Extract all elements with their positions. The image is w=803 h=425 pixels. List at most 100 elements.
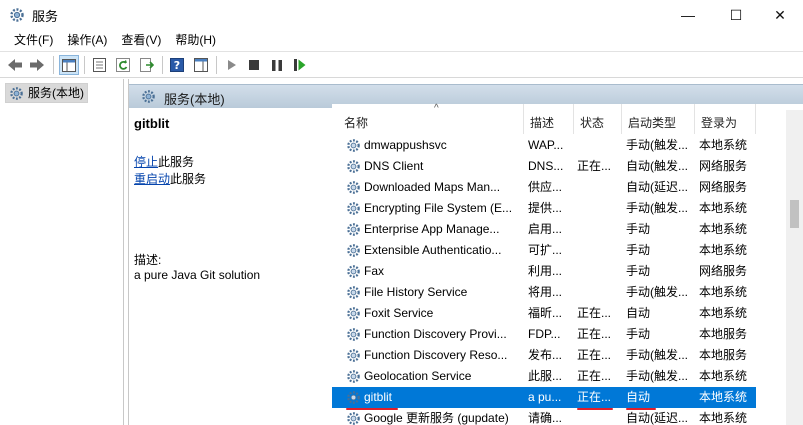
scrollbar-thumb[interactable] [790, 200, 799, 228]
service-name-cell: File History Service [364, 285, 468, 299]
service-status-cell: 正在... [577, 390, 612, 404]
help-icon[interactable]: ? [167, 55, 187, 75]
tree-item-services-local[interactable]: 服务(本地) [5, 83, 88, 103]
service-row[interactable]: Encrypting File System (E... 提供... 手动(触发..… [332, 198, 756, 219]
service-startup-cell: 手动 [626, 264, 651, 278]
service-startup-cell: 自动(延迟... [626, 180, 688, 194]
service-gear-icon [346, 306, 361, 321]
service-logon-cell: 本地系统 [699, 390, 748, 404]
console-tree-icon[interactable] [59, 55, 79, 75]
service-gear-icon [346, 222, 361, 237]
restart-service-icon[interactable] [290, 55, 310, 75]
service-description-cell: 福昕... [528, 306, 563, 320]
service-gear-icon [346, 348, 361, 363]
column-header-name[interactable]: ^ 名称 [338, 103, 524, 134]
stop-link[interactable]: 停止 [134, 155, 158, 169]
service-logon-cell: 本地系统 [699, 369, 748, 383]
pane-header-title: 服务(本地) [164, 92, 225, 107]
service-status-cell: 正在... [577, 306, 612, 320]
service-status-cell: 正在... [577, 348, 612, 362]
service-logon-cell: 本地系统 [699, 306, 748, 320]
services-list: ^ 名称 描述 状态 启动类型 登录为 dmwappushsvc WAP... 手动… [332, 103, 803, 425]
services-pane: 服务(本地) gitblit 停止此服务 重启动此服务 描述: a pure J… [128, 79, 803, 425]
service-row[interactable]: Fax 利用... 手动 网络服务 [332, 261, 756, 282]
service-row[interactable]: Enterprise App Manage... 启用... 手动 本地系统 [332, 219, 756, 240]
menu-view[interactable]: 查看(V) [115, 30, 167, 51]
service-gear-icon [346, 138, 361, 153]
services-gear-icon [9, 86, 24, 101]
annotation-underline-name [346, 408, 398, 410]
back-arrow-icon[interactable] [5, 55, 25, 75]
service-row[interactable]: Google 更新服务 (gupdate) 请确... 自动(延迟... 本地系统 [332, 408, 756, 425]
vertical-scrollbar[interactable] [786, 110, 803, 425]
restart-suffix: 此服务 [170, 172, 207, 186]
export-list-icon[interactable] [137, 55, 157, 75]
column-description-label: 描述 [530, 116, 555, 130]
service-description-cell: 提供... [528, 201, 563, 215]
menu-action[interactable]: 操作(A) [61, 30, 113, 51]
service-gear-icon [346, 201, 361, 216]
refresh-icon[interactable] [113, 55, 133, 75]
service-status-cell: 正在... [577, 159, 612, 173]
service-name-cell: Enterprise App Manage... [364, 222, 500, 236]
service-startup-cell: 手动 [626, 222, 651, 236]
service-description-cell: FDP... [528, 327, 561, 341]
service-startup-cell: 自动(触发... [626, 159, 688, 173]
forward-arrow-icon[interactable] [27, 55, 47, 75]
column-header-logon-as[interactable]: 登录为 [695, 104, 756, 134]
svg-text:?: ? [174, 59, 180, 72]
service-row[interactable]: Downloaded Maps Man... 供应... 自动(延迟... 网络服务 [332, 177, 756, 198]
pause-service-icon[interactable] [267, 55, 287, 75]
maximize-button[interactable]: ☐ [713, 0, 759, 30]
service-row[interactable]: DNS Client DNS... 正在... 自动(触发... 网络服务 [332, 156, 756, 177]
service-row[interactable]: dmwappushsvc WAP... 手动(触发... 本地系统 [332, 135, 756, 156]
service-name-cell: Geolocation Service [364, 369, 472, 383]
service-logon-cell: 网络服务 [699, 180, 748, 194]
annotation-underline-status [577, 408, 613, 410]
service-gear-icon [346, 411, 361, 425]
selected-service-name: gitblit [134, 116, 170, 131]
service-row[interactable]: Extensible Authenticatio... 可扩... 手动 本地系统 [332, 240, 756, 261]
minimize-button[interactable]: — [665, 0, 711, 30]
menu-help[interactable]: 帮助(H) [169, 30, 222, 51]
show-hide-action-pane-icon[interactable] [191, 55, 211, 75]
service-logon-cell: 本地服务 [699, 327, 748, 341]
column-header-status[interactable]: 状态 [574, 104, 622, 134]
menu-bar: 文件(F) 操作(A) 查看(V) 帮助(H) [0, 30, 803, 51]
close-button[interactable]: ✕ [757, 0, 803, 30]
service-name-cell: Foxit Service [364, 306, 434, 320]
service-startup-cell: 手动(触发... [626, 369, 688, 383]
service-gear-icon [346, 369, 361, 384]
title-bar: 服务 — ☐ ✕ [0, 0, 803, 30]
annotation-underline-startup [626, 408, 656, 410]
stop-service-icon[interactable] [244, 55, 264, 75]
column-header-description[interactable]: 描述 [524, 104, 574, 134]
service-row[interactable]: Geolocation Service 此服... 正在... 手动(触发... 本地系… [332, 366, 756, 387]
service-row[interactable]: Function Discovery Provi... FDP... 正在... 手动… [332, 324, 756, 345]
service-logon-cell: 本地系统 [699, 201, 748, 215]
restart-link[interactable]: 重启动 [134, 172, 170, 186]
restart-action: 重启动此服务 [134, 170, 206, 187]
service-description-cell: 将用... [528, 285, 563, 299]
service-startup-cell: 手动(触发... [626, 201, 688, 215]
service-description-cell: 启用... [528, 222, 563, 236]
service-name-cell: Function Discovery Reso... [364, 348, 508, 362]
service-row[interactable]: Function Discovery Reso... 发布... 正在... 手动(触… [332, 345, 756, 366]
column-header-startup-type[interactable]: 启动类型 [622, 104, 695, 134]
stop-action: 停止此服务 [134, 153, 194, 170]
services-gear-icon [9, 7, 25, 23]
service-logon-cell: 本地系统 [699, 222, 748, 236]
column-startup-type-label: 启动类型 [628, 116, 677, 130]
service-gear-icon [346, 327, 361, 342]
column-name-label: 名称 [344, 116, 369, 130]
service-row[interactable]: Foxit Service 福昕... 正在... 自动 本地系统 [332, 303, 756, 324]
menu-file[interactable]: 文件(F) [8, 30, 59, 51]
start-service-icon[interactable] [222, 55, 242, 75]
extended-description-pane: gitblit 停止此服务 重启动此服务 描述: a pure Java Git… [129, 109, 331, 425]
tree-item-label: 服务(本地) [28, 86, 84, 100]
service-row[interactable]: File History Service 将用... 手动(触发... 本地系统 [332, 282, 756, 303]
service-row[interactable]: gitblit a pu... 正在... 自动 本地系统 [332, 387, 756, 408]
service-startup-cell: 自动(延迟... [626, 411, 688, 425]
window-title: 服务 [32, 9, 59, 24]
properties-sheet-icon[interactable] [89, 55, 109, 75]
